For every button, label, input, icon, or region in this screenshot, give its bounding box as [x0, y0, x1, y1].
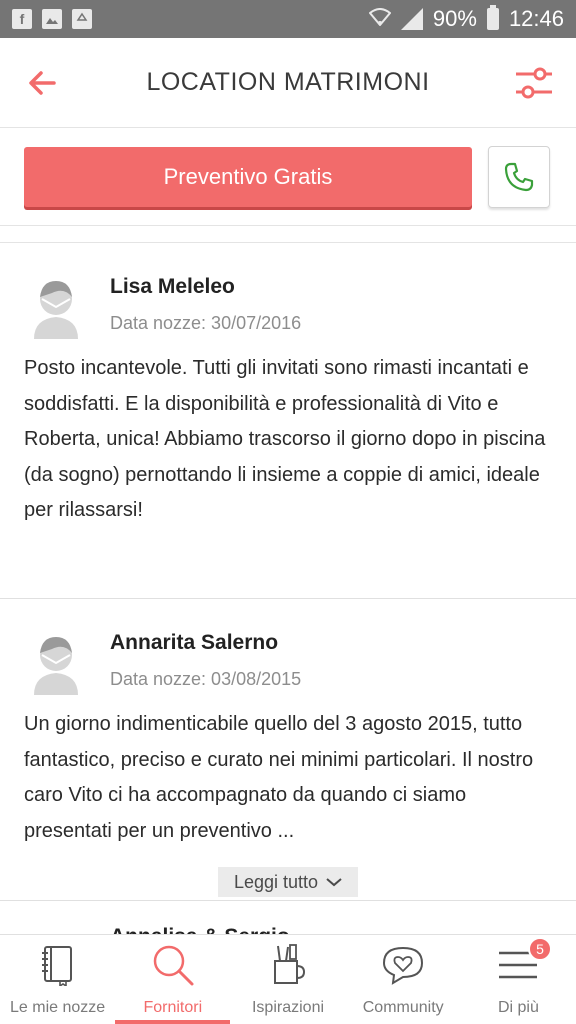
nav-label: Ispirazioni [251, 999, 325, 1016]
read-more-button[interactable]: Leggi tutto [217, 867, 359, 897]
call-button[interactable] [488, 145, 550, 208]
nav-item-le-mie-nozze[interactable]: Le mie nozze [0, 935, 115, 1024]
app-header: LOCATION MATRIMONI [0, 38, 576, 128]
review-header: Annarita Salerno Data nozze: 03/08/2015 [24, 623, 552, 695]
search-icon [151, 943, 195, 987]
reviewer-name: Annarita Salerno [110, 631, 279, 654]
recycle-icon [72, 9, 92, 29]
notebook-icon [36, 943, 80, 987]
read-more-wrap: Leggi tutto [24, 867, 552, 897]
avatar [24, 275, 88, 339]
review-meta: Annarita Salerno Data nozze: 03/08/2015 [110, 623, 301, 690]
read-more-label: Leggi tutto [233, 871, 319, 892]
review-text: Posto incantevole. Tutti gli invitati so… [24, 357, 546, 521]
review-item: Annalisa & Sergio [0, 901, 576, 934]
status-left: f [12, 9, 92, 29]
heart-chat-icon [381, 943, 425, 987]
nav-item-di-piu[interactable]: 5 Di più [461, 935, 576, 1024]
image-icon [42, 9, 62, 29]
back-button[interactable] [22, 63, 62, 103]
avatar-placeholder-icon [34, 281, 78, 339]
avatar [24, 631, 88, 695]
nav-label: Community [362, 999, 444, 1016]
battery-percent: 90% [432, 6, 477, 31]
battery-icon [486, 5, 499, 30]
arrow-left-icon [29, 70, 56, 95]
bottom-nav: Le mie nozze Fornitori Ispirazioni Commu… [0, 934, 576, 1024]
nav-item-ispirazioni[interactable]: Ispirazioni [230, 935, 345, 1024]
phone-icon [504, 162, 534, 191]
nav-label: Fornitori [143, 999, 203, 1016]
review-text: Un giorno indimenticabile quello del 3 a… [24, 713, 534, 842]
reviewer-name: Annalisa & Sergio [110, 925, 576, 934]
signal-icon [400, 8, 423, 30]
facebook-icon: f [12, 9, 32, 29]
sliders-icon [515, 67, 552, 98]
clock: 12:46 [508, 6, 564, 31]
nav-label: Le mie nozze [10, 999, 106, 1016]
nav-item-fornitori[interactable]: Fornitori [115, 935, 231, 1024]
avatar-placeholder-icon [34, 637, 78, 695]
review-meta: Lisa Meleleo Data nozze: 30/07/2016 [110, 267, 301, 334]
review-item: Annarita Salerno Data nozze: 03/08/2015 … [0, 599, 576, 901]
notification-badge: 5 [528, 937, 553, 961]
tools-cup-icon [266, 943, 310, 987]
cta-row: Preventivo Gratis [0, 128, 576, 226]
wedding-date: Data nozze: 03/08/2015 [110, 669, 302, 689]
nav-label: Di più [497, 999, 539, 1016]
status-bar: f 90% 12:46 [0, 0, 576, 38]
reviews-list[interactable]: Lisa Meleleo Data nozze: 30/07/2016 Post… [0, 242, 576, 934]
free-quote-button[interactable]: Preventivo Gratis [24, 146, 472, 207]
nav-item-community[interactable]: Community [346, 935, 461, 1024]
review-header: Lisa Meleleo Data nozze: 30/07/2016 [24, 267, 552, 339]
page-title: LOCATION MATRIMONI [146, 68, 430, 96]
wedding-date: Data nozze: 30/07/2016 [110, 313, 302, 333]
chevron-down-icon [326, 878, 342, 887]
status-right: 90% 12:46 [368, 5, 564, 32]
reviewer-name: Lisa Meleleo [110, 275, 235, 298]
filter-button[interactable] [514, 63, 554, 103]
wifi-icon [368, 6, 392, 32]
review-item: Lisa Meleleo Data nozze: 30/07/2016 Post… [0, 243, 576, 599]
